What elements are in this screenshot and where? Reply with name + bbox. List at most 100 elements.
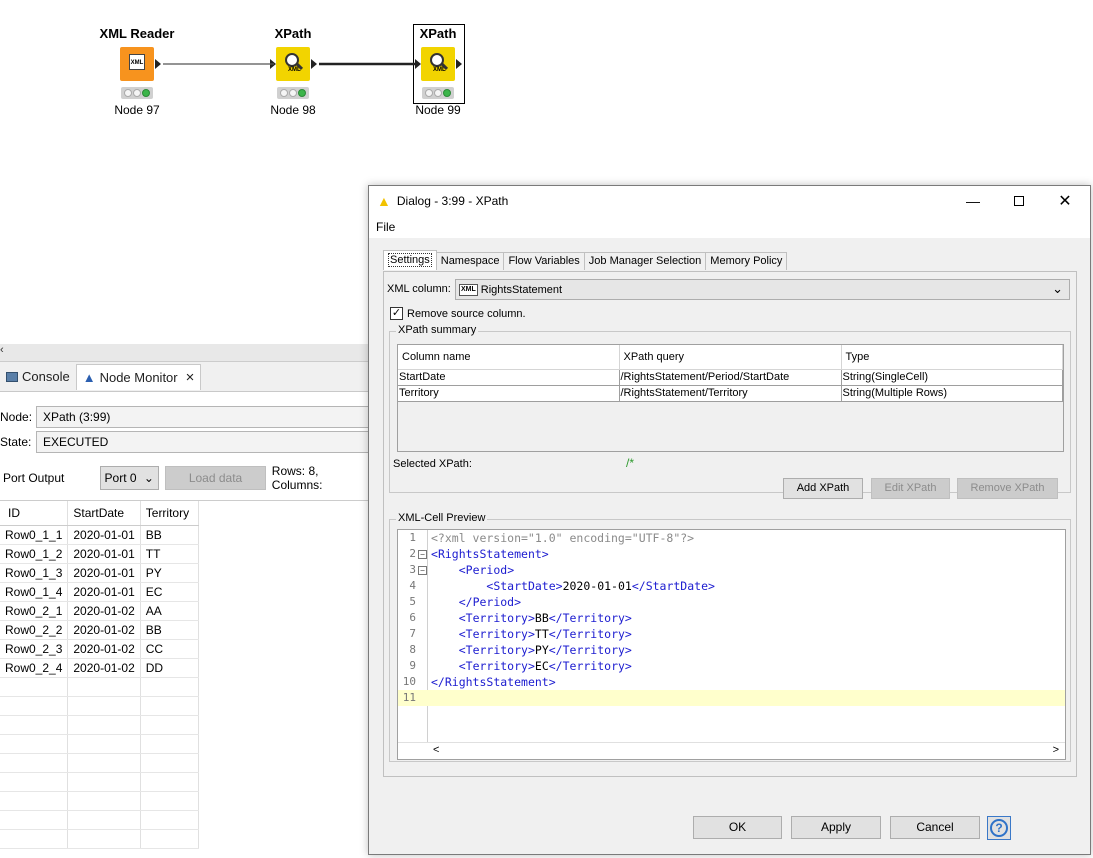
table-cell [67, 791, 141, 811]
column-header-id[interactable]: ID [0, 501, 69, 526]
minimize-button[interactable]: — [950, 186, 996, 216]
code-line[interactable]: 11 [398, 690, 1065, 706]
remove-source-label: Remove source column. [407, 307, 526, 320]
cancel-button[interactable]: Cancel [890, 816, 980, 839]
table-cell: BB [140, 525, 199, 545]
table-cell: 2020-01-02 [67, 620, 141, 640]
table-cell: TT [140, 544, 199, 564]
summary-row[interactable]: Territory/RightsStatement/Territory Strin… [398, 385, 1063, 402]
tab-settings[interactable]: Settings [383, 250, 437, 270]
table-cell [67, 810, 141, 830]
table-cell: 2020-01-01 [67, 544, 141, 564]
dialog-menubar: File [369, 216, 1090, 238]
xml-column-select[interactable]: XML RightsStatement ⌄ [455, 279, 1070, 300]
horizontal-scrollbar[interactable]: < > [398, 742, 1065, 759]
code-line[interactable]: 8 <Territory>PY</Territory> [398, 642, 1065, 658]
maximize-button[interactable] [996, 186, 1042, 216]
close-button[interactable]: ✕ [1042, 186, 1088, 216]
tab-namespace[interactable]: Namespace [435, 252, 505, 270]
summary-row[interactable]: StartDate/RightsStatement/Period/StartDa… [398, 369, 1063, 386]
table-cell: BB [140, 620, 199, 640]
tab-job-manager-selection[interactable]: Job Manager Selection [583, 252, 707, 270]
fold-toggle-icon[interactable]: − [418, 550, 427, 559]
code-line[interactable]: 10 </RightsStatement> [398, 674, 1065, 690]
node-label: Node: [0, 410, 33, 424]
table-cell: Row0_2_1 [0, 601, 69, 621]
console-icon [6, 371, 18, 382]
help-button[interactable]: ? [987, 816, 1011, 840]
xpath-dialog: ▲ Dialog - 3:99 - XPath — ✕ File Setting… [368, 185, 1091, 855]
summary-cell: /RightsStatement/Period/StartDate [619, 369, 842, 386]
line-number: 2 [409, 547, 416, 560]
panel-top-bar: ‹ [0, 344, 372, 362]
table-cell [67, 677, 141, 697]
code-line[interactable]: 6 <Territory>BB</Territory> [398, 610, 1065, 626]
port-select[interactable]: Port 0 ⌄ [99, 466, 160, 490]
column-header-territory[interactable]: Territory [140, 501, 199, 526]
table-row[interactable]: Row0_2_4 2020-01-02 DD [0, 658, 199, 678]
table-row[interactable]: Row0_1_1 2020-01-01 BB [0, 525, 199, 545]
empty-table-row [0, 829, 199, 849]
table-row[interactable]: Row0_1_4 2020-01-01 EC [0, 582, 199, 602]
table-cell: 2020-01-02 [67, 658, 141, 678]
close-icon[interactable]: × [186, 369, 195, 386]
table-row[interactable]: Row0_2_1 2020-01-02 AA [0, 601, 199, 621]
output-table-area: ID StartDate Territory Row0_1_1 2020-01-0… [0, 500, 372, 858]
edit-xpath-button[interactable]: Edit XPath [871, 478, 950, 499]
code-line[interactable]: 3− <Period> [398, 562, 1065, 578]
table-cell: Row0_1_2 [0, 544, 69, 564]
code-line[interactable]: 7 <Territory>TT</Territory> [398, 626, 1065, 642]
code-line[interactable]: 5 </Period> [398, 594, 1065, 610]
table-cell: Row0_2_2 [0, 620, 69, 640]
scroll-right-icon[interactable]: > [1053, 744, 1059, 756]
code-line[interactable]: 4 <StartDate>2020-01-01</StartDate> [398, 578, 1065, 594]
tab-node-monitor[interactable]: ▲ Node Monitor × [75, 363, 202, 390]
table-cell [140, 829, 199, 849]
chevron-down-icon: ⌄ [143, 471, 154, 485]
port-select-value: Port 0 [104, 471, 137, 485]
tab-console[interactable]: Console [0, 364, 76, 390]
table-row[interactable]: Row0_1_3 2020-01-01 PY [0, 563, 199, 583]
tab-console-label: Console [22, 369, 70, 384]
apply-button[interactable]: Apply [791, 816, 881, 839]
remove-xpath-button[interactable]: Remove XPath [957, 478, 1058, 499]
xpath-summary-group: XPath summary Column name XPath query Ty… [389, 324, 1071, 499]
fold-toggle-icon[interactable]: − [418, 566, 427, 575]
table-cell: 2020-01-01 [67, 525, 141, 545]
menu-file[interactable]: File [376, 220, 395, 234]
tab-flow-variables[interactable]: Flow Variables [503, 252, 585, 270]
line-number: 5 [409, 595, 416, 608]
xpath-summary-table: Column name XPath query Type StartDate/R… [397, 344, 1064, 452]
table-cell [0, 829, 69, 849]
column-header-xpath-query[interactable]: XPath query [619, 345, 842, 370]
state-label: State: [0, 435, 32, 449]
empty-table-row [0, 810, 199, 830]
code-line[interactable]: 2− <RightsStatement> [398, 546, 1065, 562]
code-line[interactable]: 1 <?xml version="1.0" encoding="UTF-8"?> [398, 530, 1065, 546]
remove-source-checkbox[interactable]: ✓ [390, 307, 403, 320]
port-output-row: Port Output Port 0 ⌄ Load data Rows: 8, … [0, 464, 372, 492]
state-row: State: EXECUTED [0, 431, 376, 453]
table-cell: Row0_1_4 [0, 582, 69, 602]
node-monitor-icon: ▲ [82, 369, 96, 385]
scroll-left-icon[interactable]: < [433, 744, 439, 756]
rows-info: Rows: 8, Columns: [271, 464, 323, 492]
table-row[interactable]: Row0_2_3 2020-01-02 CC [0, 639, 199, 659]
column-header-column-name[interactable]: Column name [398, 345, 620, 370]
ok-button[interactable]: OK [693, 816, 782, 839]
xml-cell-preview-group: XML-Cell Preview 1 <?xml version="1.0" en… [389, 512, 1071, 762]
code-line[interactable]: 9 <Territory>EC</Territory> [398, 658, 1065, 674]
xml-preview-editor[interactable]: 1 <?xml version="1.0" encoding="UTF-8"?> 2… [397, 529, 1066, 760]
column-header-type[interactable]: Type [841, 345, 1063, 370]
table-cell [0, 677, 69, 697]
selected-xpath-label: Selected XPath: [393, 458, 472, 470]
xml-column-label: XML column: [387, 283, 451, 295]
load-data-button[interactable]: Load data [165, 466, 266, 490]
table-row[interactable]: Row0_2_2 2020-01-02 BB [0, 620, 199, 640]
summary-cell: Territory [398, 385, 620, 402]
table-row[interactable]: Row0_1_2 2020-01-01 TT [0, 544, 199, 564]
empty-table-row [0, 696, 199, 716]
column-header-startdate[interactable]: StartDate [67, 501, 141, 526]
add-xpath-button[interactable]: Add XPath [783, 478, 863, 499]
tab-memory-policy[interactable]: Memory Policy [705, 252, 788, 270]
